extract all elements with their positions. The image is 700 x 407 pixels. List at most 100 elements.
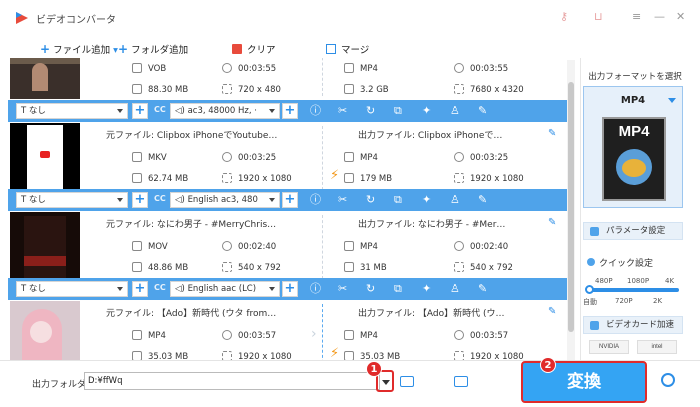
edit-icon[interactable]: ✎ — [478, 282, 487, 295]
cut-icon[interactable]: ✂ — [338, 193, 347, 206]
add-folder-label: フォルダ追加 — [131, 45, 189, 56]
file-icon — [344, 173, 354, 183]
src-resolution: 720 x 480 — [222, 84, 281, 95]
clear-button[interactable]: クリア — [232, 42, 276, 56]
audio-value: English ac3, 480 — [187, 195, 258, 205]
subtitle-select[interactable]: T なし — [16, 192, 128, 208]
edit-icon[interactable]: ✎ — [478, 104, 487, 117]
edit-icon[interactable]: ✎ — [478, 193, 487, 206]
out-duration-value: 00:03:55 — [470, 64, 509, 74]
src-duration-value: 00:03:55 — [238, 64, 277, 74]
src-duration: 00:03:57 — [222, 330, 276, 341]
subtitle-select[interactable]: T なし — [16, 281, 128, 297]
add-subtitle-button[interactable]: + — [132, 281, 148, 297]
folder-icon[interactable] — [400, 376, 414, 387]
src-resolution-value: 1920 x 1080 — [238, 174, 292, 184]
output-format-panel: 出力フォーマットを選択 MP4 MP4 パラメータ設定 クイック設定 480P … — [580, 58, 688, 360]
file-icon — [344, 262, 354, 272]
video-thumbnail[interactable] — [10, 123, 80, 193]
cut-icon[interactable]: ✂ — [338, 104, 347, 117]
cc-icon[interactable]: CC — [154, 194, 166, 203]
resolution-icon — [454, 173, 464, 183]
out-format: MP4 — [344, 152, 378, 163]
minimize-button[interactable]: — — [654, 10, 665, 23]
source-title: 元ファイル: なにわ男子 - #MerryChris… — [106, 220, 277, 230]
menu-icon[interactable]: ≡ — [632, 10, 641, 23]
file-item[interactable]: VOB 00:03:55 88.30 MB 720 x 480 MP4 00:0… — [8, 58, 568, 100]
add-folder-button[interactable]: + フォルダ追加 — [118, 42, 188, 56]
add-audio-button[interactable]: + — [282, 192, 298, 208]
cc-icon[interactable]: CC — [154, 105, 166, 114]
scrollbar-thumb[interactable] — [568, 82, 574, 332]
mp4-art-label: MP4 — [618, 123, 650, 140]
parameter-settings-label: パラメータ設定 — [606, 226, 666, 236]
effect-icon[interactable]: ✦ — [422, 193, 431, 206]
rotate-icon[interactable]: ↻ — [366, 104, 375, 117]
add-file-label: ファイル追加 — [53, 45, 111, 56]
list-scrollbar[interactable] — [567, 60, 575, 360]
rename-pencil-icon[interactable]: ✎ — [548, 128, 556, 139]
effect-icon[interactable]: ✦ — [422, 104, 431, 117]
format-icon — [132, 152, 142, 162]
merge-icon — [326, 44, 336, 54]
add-audio-button[interactable]: + — [282, 103, 298, 119]
subtitle-select[interactable]: T なし — [16, 103, 128, 119]
output-title: 出力ファイル: 【Ado】新時代 (ウ… — [358, 309, 505, 319]
video-thumbnail[interactable] — [10, 301, 80, 360]
out-resolution: 540 x 792 — [454, 262, 513, 273]
info-icon[interactable]: ⓘ — [310, 282, 321, 295]
parameter-settings-button[interactable]: パラメータ設定 — [583, 222, 683, 240]
file-item[interactable]: 元ファイル: なにわ男子 - #MerryChris… 出力ファイル: なにわ男… — [8, 211, 568, 283]
info-icon[interactable]: ⓘ — [310, 193, 321, 206]
out-duration-value: 00:03:57 — [470, 331, 509, 341]
video-thumbnail[interactable] — [10, 212, 80, 282]
clock-icon — [222, 330, 232, 340]
close-button[interactable]: ✕ — [676, 10, 685, 23]
audio-select[interactable]: ◁) English aac (LC) — [170, 281, 280, 297]
merge-button[interactable]: マージ — [326, 42, 369, 56]
src-resolution-value: 1920 x 1080 — [238, 352, 292, 360]
alarm-clock-icon[interactable] — [661, 373, 675, 387]
crop-icon[interactable]: ⧉ — [394, 282, 402, 295]
slider-label-720p: 720P — [615, 297, 633, 305]
effect-icon[interactable]: ✦ — [422, 282, 431, 295]
app-title: ビデオコンバータ — [36, 15, 116, 26]
file-item[interactable]: 元ファイル: 【Ado】新時代 (ウタ from… 出力ファイル: 【Ado】新… — [8, 300, 568, 360]
cut-icon[interactable]: ✂ — [338, 282, 347, 295]
add-subtitle-button[interactable]: + — [132, 103, 148, 119]
audio-select[interactable]: ◁) English ac3, 480 — [170, 192, 280, 208]
crop-icon[interactable]: ⧉ — [394, 193, 402, 206]
rename-pencil-icon[interactable]: ✎ — [548, 306, 556, 317]
rotate-icon[interactable]: ↻ — [366, 282, 375, 295]
key-icon[interactable]: ⚷ — [560, 10, 568, 23]
out-duration: 00:02:40 — [454, 241, 508, 252]
quality-slider-track[interactable] — [589, 288, 679, 292]
add-file-button[interactable]: + ファイル追加 ▾ — [40, 42, 118, 56]
format-selector[interactable]: MP4 MP4 — [583, 86, 683, 208]
watermark-icon[interactable]: ♙ — [450, 193, 460, 206]
audio-select[interactable]: ◁) ac3, 48000 Hz, · — [170, 103, 280, 119]
src-format: VOB — [132, 63, 166, 74]
open-folder-icon[interactable] — [454, 376, 468, 387]
src-size: 62.74 MB — [132, 173, 188, 184]
video-thumbnail[interactable] — [10, 58, 80, 99]
add-audio-button[interactable]: + — [282, 281, 298, 297]
rename-pencil-icon[interactable]: ✎ — [548, 217, 556, 228]
src-size: 48.86 MB — [132, 262, 188, 273]
cc-icon[interactable]: CC — [154, 283, 166, 292]
add-subtitle-button[interactable]: + — [132, 192, 148, 208]
rotate-icon[interactable]: ↻ — [366, 193, 375, 206]
file-item[interactable]: 元ファイル: Clipbox iPhoneでYoutube… 出力ファイル: C… — [8, 122, 568, 194]
gpu-acceleration-toggle[interactable]: ビデオカード加速 — [583, 316, 683, 334]
format-icon — [344, 152, 354, 162]
quality-slider-knob[interactable] — [585, 285, 594, 294]
watermark-icon[interactable]: ♙ — [450, 282, 460, 295]
speaker-icon: ◁) — [175, 195, 188, 205]
crop-icon[interactable]: ⧉ — [394, 104, 402, 117]
out-duration-value: 00:02:40 — [470, 242, 509, 252]
out-size: 31 MB — [344, 262, 387, 273]
cart-icon[interactable]: ⊔ — [594, 10, 603, 23]
watermark-icon[interactable]: ♙ — [450, 104, 460, 117]
info-icon[interactable]: ⓘ — [310, 104, 321, 117]
output-folder-input[interactable]: D:¥ffWq — [84, 372, 380, 390]
